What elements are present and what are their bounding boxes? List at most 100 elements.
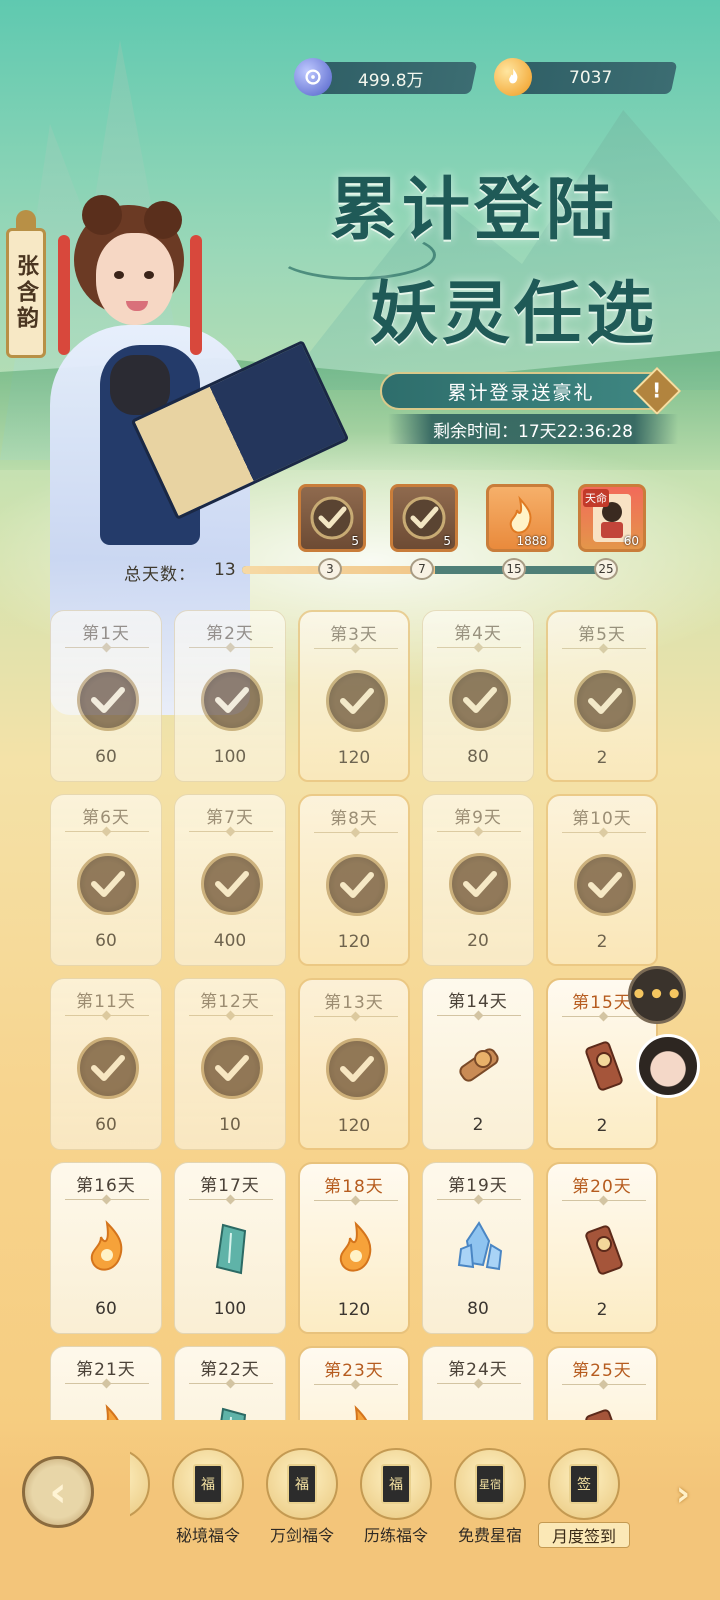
day-label: 第9天 bbox=[454, 808, 502, 828]
day-label: 第10天 bbox=[572, 809, 632, 829]
cell-divider bbox=[65, 1383, 149, 1384]
tab-card-glyph: 福 bbox=[381, 1464, 411, 1504]
day-label: 第13天 bbox=[324, 993, 384, 1013]
fortune-token-icon: 福 bbox=[266, 1448, 338, 1520]
claimed-check-icon bbox=[201, 669, 263, 731]
daily-reward-grid: 第1天 60 第2天 100 第3天 120 第4天 80 第5天 2 第6天 60 第7天 400 第8天… bbox=[50, 610, 660, 1420]
scroll-talisman-icon bbox=[574, 1036, 634, 1096]
day-reward-cell[interactable]: 第14天 2 bbox=[422, 978, 534, 1150]
cell-divider bbox=[562, 1384, 646, 1385]
cell-divider bbox=[437, 831, 521, 832]
tab-secret-realm[interactable]: 福 秘境福令 bbox=[162, 1440, 254, 1580]
tab-card-glyph: 星宿 bbox=[475, 1464, 505, 1504]
claimed-check-icon bbox=[201, 853, 263, 915]
day-reward-cell[interactable]: 第23天 bbox=[298, 1346, 410, 1420]
milestone-reward-4[interactable]: 天命 60 bbox=[578, 484, 646, 552]
day-reward-cell[interactable]: 第16天 60 bbox=[50, 1162, 162, 1334]
day-reward-cell[interactable]: 第17天 100 bbox=[174, 1162, 286, 1334]
reward-amount: 400 bbox=[213, 931, 247, 951]
day-reward-cell[interactable]: 第2天 100 bbox=[174, 610, 286, 782]
tab-label: 历练福令 bbox=[363, 1526, 428, 1545]
cell-divider bbox=[189, 1199, 273, 1200]
chat-bubble-icon: ••• bbox=[630, 980, 684, 1010]
day-reward-cell[interactable]: 第4天 80 bbox=[422, 610, 534, 782]
cell-divider bbox=[314, 648, 398, 649]
day-label: 第20天 bbox=[572, 1177, 632, 1197]
signin-gate-icon: 签 bbox=[548, 1448, 620, 1520]
day-reward-cell[interactable]: 第21天 bbox=[50, 1346, 162, 1420]
claimed-check-icon bbox=[326, 854, 388, 916]
milestone-reward-1[interactable]: 5 bbox=[298, 484, 366, 552]
cell-divider bbox=[314, 832, 398, 833]
hair-bun-right bbox=[144, 201, 182, 239]
arrow-right-icon[interactable]: › bbox=[668, 1474, 698, 1514]
day-label: 第19天 bbox=[448, 1176, 508, 1196]
day-reward-cell[interactable]: 第12天 10 bbox=[174, 978, 286, 1150]
tab-free-constellation[interactable]: 星宿 免费星宿 bbox=[444, 1440, 536, 1580]
day-reward-cell[interactable]: 第10天 2 bbox=[546, 794, 658, 966]
claimed-check-icon bbox=[310, 496, 354, 540]
tab-card-glyph: 福 bbox=[193, 1464, 223, 1504]
tab-partial[interactable]: 福 行 bbox=[130, 1440, 160, 1580]
reward-amount: 60 bbox=[95, 931, 117, 951]
day-reward-cell[interactable]: 第5天 2 bbox=[546, 610, 658, 782]
assistant-avatar-button[interactable] bbox=[636, 1034, 700, 1098]
milestone-count: 5 bbox=[443, 534, 451, 548]
reward-amount: 80 bbox=[467, 747, 489, 767]
tab-card-glyph: 签 bbox=[569, 1464, 599, 1504]
day-label: 第18天 bbox=[324, 1177, 384, 1197]
timer-value: 17天22:36:28 bbox=[518, 421, 633, 442]
jade-crystal-icon bbox=[201, 1403, 261, 1420]
tab-ten-thousand-swords[interactable]: 福 万剑福令 bbox=[256, 1440, 348, 1580]
cell-divider bbox=[65, 647, 149, 648]
day-label: 第3天 bbox=[330, 625, 378, 645]
hair-ribbon-right bbox=[190, 235, 202, 355]
hair-bun-left bbox=[82, 195, 122, 235]
day-reward-cell[interactable]: 第20天 2 bbox=[546, 1162, 658, 1334]
day-reward-cell[interactable]: 第18天 120 bbox=[298, 1162, 410, 1334]
tab-monthly-signin[interactable]: 签 月度签到 bbox=[538, 1440, 630, 1580]
day-reward-cell[interactable]: 第13天 120 bbox=[298, 978, 410, 1150]
tab-training[interactable]: 福 历练福令 bbox=[350, 1440, 442, 1580]
reward-amount: 120 bbox=[337, 932, 371, 952]
chat-button[interactable]: ••• bbox=[628, 966, 686, 1024]
cell-divider bbox=[314, 1384, 398, 1385]
day-label: 第24天 bbox=[448, 1360, 508, 1380]
day-reward-cell[interactable]: 第22天 bbox=[174, 1346, 286, 1420]
milestone-reward-3[interactable]: 1888 bbox=[486, 484, 554, 552]
reward-amount: 100 bbox=[213, 1299, 247, 1319]
flame-orb-icon bbox=[326, 1220, 386, 1280]
reward-amount: 60 bbox=[95, 1299, 117, 1319]
cell-divider bbox=[437, 1015, 521, 1016]
event-subtitle: 累计登录送豪礼 bbox=[380, 372, 662, 410]
back-button[interactable]: ‹ bbox=[22, 1456, 94, 1528]
reward-amount: 10 bbox=[219, 1115, 241, 1135]
claimed-check-icon bbox=[77, 669, 139, 731]
day-reward-cell[interactable]: 第24天 bbox=[422, 1346, 534, 1420]
day-label: 第4天 bbox=[454, 624, 502, 644]
claimed-check-icon bbox=[201, 1037, 263, 1099]
exclamation-icon: ! bbox=[652, 379, 662, 403]
tab-label: 免费星宿 bbox=[457, 1526, 522, 1545]
day-reward-cell[interactable]: 第25天 bbox=[546, 1346, 658, 1420]
cell-divider bbox=[562, 648, 646, 649]
cell-divider bbox=[65, 1199, 149, 1200]
day-label: 第1天 bbox=[82, 624, 130, 644]
hair-ribbon-left bbox=[58, 235, 70, 355]
reward-amount: 120 bbox=[337, 748, 371, 768]
milestone-reward-2[interactable]: 5 bbox=[390, 484, 458, 552]
day-reward-cell[interactable]: 第1天 60 bbox=[50, 610, 162, 782]
progress-node: 15 bbox=[502, 558, 526, 580]
day-reward-cell[interactable]: 第7天 400 bbox=[174, 794, 286, 966]
day-label: 第25天 bbox=[572, 1361, 632, 1381]
day-label: 第2天 bbox=[206, 624, 254, 644]
day-reward-cell[interactable]: 第6天 60 bbox=[50, 794, 162, 966]
day-reward-cell[interactable]: 第19天 80 bbox=[422, 1162, 534, 1334]
cell-divider bbox=[65, 1015, 149, 1016]
day-reward-cell[interactable]: 第8天 120 bbox=[298, 794, 410, 966]
day-reward-cell[interactable]: 第11天 60 bbox=[50, 978, 162, 1150]
day-reward-cell[interactable]: 第9天 20 bbox=[422, 794, 534, 966]
day-reward-cell[interactable]: 第3天 120 bbox=[298, 610, 410, 782]
tab-card-glyph: 福 bbox=[287, 1464, 317, 1504]
milestone-count: 1888 bbox=[516, 534, 547, 548]
